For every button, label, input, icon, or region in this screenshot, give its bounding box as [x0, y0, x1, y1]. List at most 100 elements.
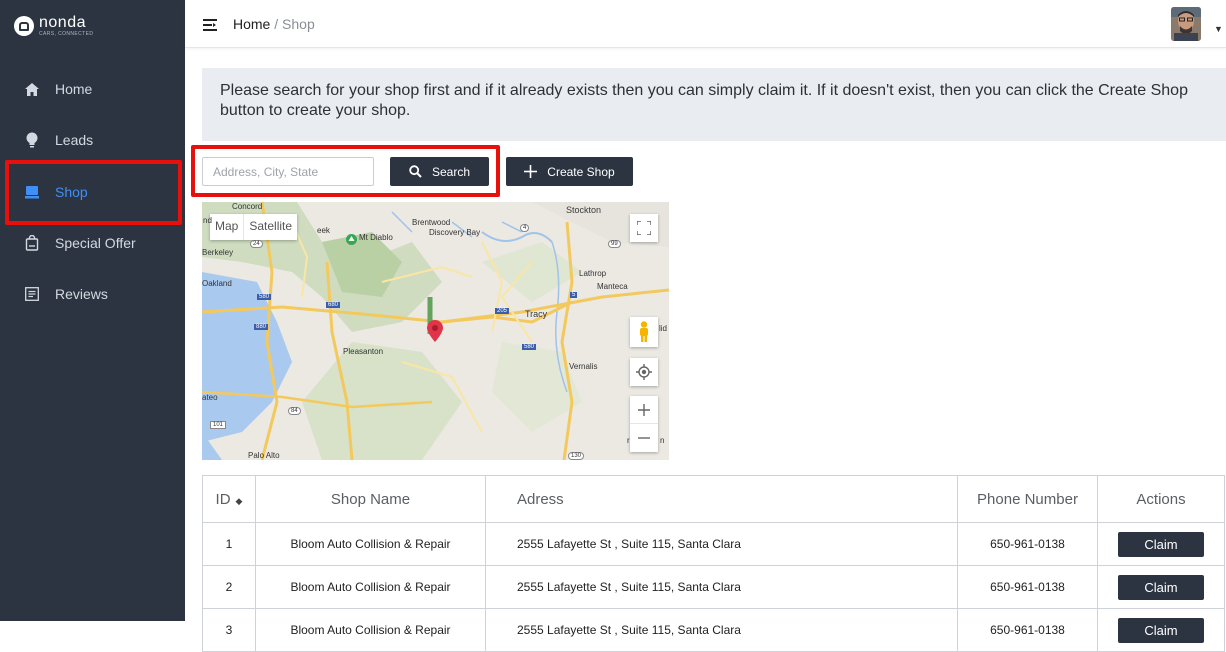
brand-name: nonda: [39, 14, 86, 31]
map-label-oakland: Oakland: [202, 279, 232, 288]
instructions-notice: Please search for your shop first and if…: [202, 68, 1226, 141]
column-header-phone: Phone Number: [957, 475, 1098, 523]
street-view-pegman-icon[interactable]: [630, 317, 658, 347]
shop-map[interactable]: Map Satellite Stockton Brentwood Discove…: [202, 202, 669, 460]
map-shield-130: 130: [568, 452, 585, 460]
brand-tagline: CARS, CONNECTED: [39, 31, 94, 37]
map-label-tracy: Tracy: [525, 309, 548, 319]
map-label-stockton: Stockton: [566, 205, 602, 215]
cell-phone: 650-961-0138: [957, 522, 1098, 566]
map-shield-84: 84: [288, 407, 301, 415]
column-header-id-label: ID: [215, 490, 231, 508]
cell-shop-name: Bloom Auto Collision & Repair: [255, 522, 486, 566]
breadcrumb-current: Shop: [282, 16, 315, 32]
cell-address: 2555 Lafayette St , Suite 115, Santa Cla…: [485, 565, 958, 609]
shops-table: ID ◆ Shop Name Adress Phone Number Action…: [202, 475, 1225, 652]
map-label-eek: eek: [317, 226, 330, 235]
user-avatar[interactable]: [1171, 7, 1201, 41]
fullscreen-icon[interactable]: [630, 214, 658, 242]
map-type-satellite[interactable]: Satellite: [243, 214, 297, 240]
home-icon: [24, 81, 40, 97]
claim-button[interactable]: Claim: [1118, 617, 1204, 643]
map-shield-24: 24: [250, 240, 263, 248]
search-input[interactable]: [202, 157, 374, 186]
zoom-in-icon[interactable]: [630, 396, 658, 424]
cell-actions: Claim: [1097, 522, 1225, 566]
plus-icon: [524, 165, 538, 178]
map-type-map[interactable]: Map: [210, 214, 243, 240]
lightbulb-icon: [24, 132, 40, 148]
cell-actions: Claim: [1097, 565, 1225, 609]
map-shield-580-east: 580: [522, 344, 537, 350]
map-shield-5: 5: [570, 292, 578, 298]
table-row: 2 Bloom Auto Collision & Repair 2555 Laf…: [202, 565, 1225, 609]
map-shield-99: 99: [608, 240, 621, 248]
map-type-toggle: Map Satellite: [210, 214, 298, 240]
menu-toggle-icon[interactable]: [203, 18, 217, 31]
map-label-mt-diablo: Mt Diablo: [359, 233, 393, 242]
column-header-shop-name: Shop Name: [255, 475, 486, 523]
map-shield-205: 205: [495, 308, 510, 314]
map-shield-580-west: 580: [257, 294, 272, 300]
reviews-icon: [24, 286, 40, 302]
map-label-discovery-bay: Discovery Bay: [429, 228, 481, 237]
offer-bag-icon: [24, 235, 40, 251]
cell-actions: Claim: [1097, 608, 1225, 652]
claim-button[interactable]: Claim: [1118, 574, 1204, 600]
sidebar-item-label: Shop: [55, 184, 88, 200]
zoom-controls: [630, 396, 658, 452]
sidebar-item-leads[interactable]: Leads: [0, 118, 185, 162]
cell-id: 1: [202, 522, 256, 566]
map-shield-101: 101: [210, 421, 227, 429]
map-label-manteca: Manteca: [597, 282, 628, 291]
cell-shop-name: Bloom Auto Collision & Repair: [255, 565, 486, 609]
my-location-icon[interactable]: [630, 358, 658, 386]
breadcrumb: Home / Shop: [233, 16, 315, 32]
sidebar: nonda CARS, CONNECTED Home Leads Shop Sp…: [0, 0, 185, 621]
table-header-row: ID ◆ Shop Name Adress Phone Number Action…: [202, 475, 1225, 523]
create-shop-label: Create Shop: [547, 164, 615, 179]
park-icon: [346, 232, 357, 250]
sidebar-item-label: Special Offer: [55, 235, 136, 251]
column-header-actions: Actions: [1097, 475, 1225, 523]
table-row: 3 Bloom Auto Collision & Repair 2555 Laf…: [202, 608, 1225, 652]
table-row: 1 Bloom Auto Collision & Repair 2555 Laf…: [202, 522, 1225, 566]
map-label-concord: Concord: [232, 202, 263, 211]
create-shop-button[interactable]: Create Shop: [506, 157, 633, 186]
cell-phone: 650-961-0138: [957, 565, 1098, 609]
sidebar-item-home[interactable]: Home: [0, 67, 185, 111]
map-shield-880: 880: [254, 324, 269, 330]
map-label-mateo: ateo: [202, 393, 218, 402]
column-header-id[interactable]: ID ◆: [202, 475, 256, 523]
chevron-down-icon[interactable]: ▼: [1214, 24, 1223, 34]
location-pin-icon[interactable]: [427, 320, 443, 347]
breadcrumb-separator: /: [274, 16, 279, 32]
map-label-brentwood: Brentwood: [412, 218, 451, 227]
claim-button[interactable]: Claim: [1118, 531, 1204, 557]
map-label-vernalis: Vernalis: [569, 362, 598, 371]
sidebar-item-shop[interactable]: Shop: [0, 170, 185, 214]
map-shield-680: 680: [326, 302, 341, 308]
column-header-address: Adress: [485, 475, 958, 523]
sidebar-item-label: Reviews: [55, 286, 108, 302]
cell-phone: 650-961-0138: [957, 608, 1098, 652]
map-label-berkeley: Berkeley: [202, 248, 234, 257]
search-button[interactable]: Search: [390, 157, 489, 186]
zoom-out-icon[interactable]: [630, 424, 658, 451]
search-icon: [409, 165, 422, 178]
sidebar-item-label: Home: [55, 81, 93, 97]
map-label-lid: lid: [659, 324, 668, 333]
nonda-logo-mark-icon: [14, 16, 34, 36]
sidebar-item-special-offer[interactable]: Special Offer: [0, 221, 185, 265]
cell-id: 3: [202, 608, 256, 652]
cell-address: 2555 Lafayette St , Suite 115, Santa Cla…: [485, 522, 958, 566]
map-label-pleasanton: Pleasanton: [343, 347, 384, 356]
cell-id: 2: [202, 565, 256, 609]
sidebar-item-reviews[interactable]: Reviews: [0, 272, 185, 316]
sort-icon[interactable]: ◆: [236, 496, 243, 506]
breadcrumb-home[interactable]: Home: [233, 16, 270, 32]
cell-shop-name: Bloom Auto Collision & Repair: [255, 608, 486, 652]
nonda-logo[interactable]: nonda CARS, CONNECTED: [14, 11, 93, 41]
sidebar-item-label: Leads: [55, 132, 94, 148]
map-label-lathrop: Lathrop: [579, 269, 607, 278]
